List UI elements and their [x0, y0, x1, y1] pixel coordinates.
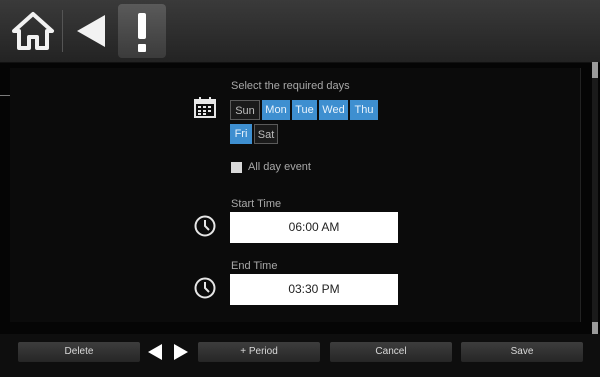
delete-button[interactable]: Delete — [18, 342, 140, 362]
end-time-label: End Time — [231, 260, 278, 272]
scrollbar-thumb[interactable] — [592, 62, 598, 78]
all-day-checkbox[interactable] — [231, 162, 242, 173]
day-mon[interactable]: Mon — [262, 100, 290, 120]
day-thu[interactable]: Thu — [350, 100, 378, 120]
toolbar-separator — [62, 10, 63, 52]
scrollbar-end-cap[interactable] — [592, 322, 598, 334]
back-arrow-icon — [77, 15, 105, 47]
clock-icon — [194, 215, 216, 237]
day-wed[interactable]: Wed — [319, 100, 348, 120]
calendar-icon — [194, 97, 216, 118]
day-tue[interactable]: Tue — [292, 100, 317, 120]
clock-icon — [194, 277, 216, 299]
save-button[interactable]: Save — [461, 342, 583, 362]
exclamation-icon — [138, 13, 146, 52]
day-fri[interactable]: Fri — [230, 124, 252, 144]
all-day-label: All day event — [248, 161, 311, 173]
arrow-right-icon — [174, 344, 188, 360]
alert-button[interactable] — [118, 4, 166, 58]
days-heading: Select the required days — [231, 80, 350, 92]
add-period-button[interactable]: + Period — [198, 342, 320, 362]
top-toolbar — [0, 0, 600, 63]
home-icon — [12, 12, 54, 50]
day-sat[interactable]: Sat — [254, 124, 278, 144]
back-button[interactable] — [68, 6, 112, 56]
home-button[interactable] — [8, 6, 58, 56]
scrollbar-track[interactable] — [592, 62, 598, 334]
start-time-field[interactable]: 06:00 AM — [230, 212, 398, 243]
end-time-field[interactable]: 03:30 PM — [230, 274, 398, 305]
start-time-label: Start Time — [231, 198, 282, 210]
day-sun[interactable]: Sun — [230, 100, 260, 120]
previous-button[interactable] — [146, 342, 164, 362]
next-button[interactable] — [172, 342, 190, 362]
cancel-button[interactable]: Cancel — [330, 342, 452, 362]
arrow-left-icon — [148, 344, 162, 360]
